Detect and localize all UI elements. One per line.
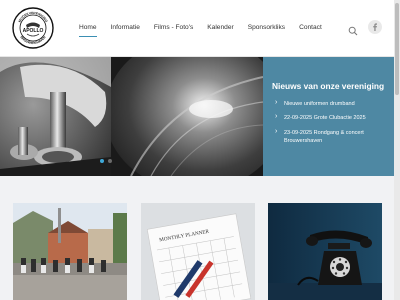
- apollo-logo[interactable]: MUZIEKVERENIGING BROUWERSHAVEN APOLLO: [12, 7, 54, 49]
- hero-slider: Nieuws van onze vereniging Nieuwe unifor…: [0, 35, 394, 191]
- hero-brass-bell-photo: [105, 35, 285, 191]
- nav-home[interactable]: Home: [79, 24, 97, 37]
- card-telephone-photo[interactable]: [268, 203, 382, 300]
- card-band-photo[interactable]: [13, 203, 127, 300]
- svg-text:APOLLO: APOLLO: [23, 28, 44, 34]
- news-item[interactable]: 23-09-2025 Rondgang & concert Brouwersha…: [272, 128, 384, 146]
- feature-cards: MONTHLY PLANNER: [0, 176, 394, 300]
- nav-kalender[interactable]: Kalender: [207, 24, 233, 31]
- page-scrollbar[interactable]: [394, 0, 400, 300]
- slider-dots: [100, 159, 112, 163]
- site-header: MUZIEKVERENIGING BROUWERSHAVEN APOLLO Ho…: [0, 0, 394, 57]
- nav-sponsorkliks[interactable]: Sponsorkliks: [248, 24, 285, 31]
- nav-informatie[interactable]: Informatie: [111, 24, 140, 31]
- news-heading: Nieuws van onze vereniging: [272, 81, 385, 91]
- slider-dot-1[interactable]: [100, 159, 104, 163]
- news-item[interactable]: 22-09-2025 Grote Clubactie 2025: [272, 113, 384, 122]
- search-icon[interactable]: [348, 23, 358, 36]
- news-item[interactable]: Nieuwe uniformen drumband: [272, 99, 384, 108]
- news-list: Nieuwe uniformen drumband 22-09-2025 Gro…: [272, 99, 384, 146]
- nav-films-fotos[interactable]: Films - Foto's: [154, 24, 193, 31]
- facebook-icon[interactable]: [368, 20, 382, 34]
- main-nav: Home Informatie Films - Foto's Kalender …: [79, 24, 336, 37]
- scrollbar-thumb[interactable]: [395, 3, 399, 95]
- hero-instrument-photo: [0, 57, 111, 176]
- slider-dot-2[interactable]: [108, 159, 112, 163]
- news-panel: Nieuws van onze vereniging Nieuwe unifor…: [263, 57, 394, 176]
- card-planner-photo[interactable]: MONTHLY PLANNER: [141, 203, 255, 300]
- nav-contact[interactable]: Contact: [299, 24, 322, 31]
- page: MUZIEKVERENIGING BROUWERSHAVEN APOLLO Ho…: [0, 0, 400, 300]
